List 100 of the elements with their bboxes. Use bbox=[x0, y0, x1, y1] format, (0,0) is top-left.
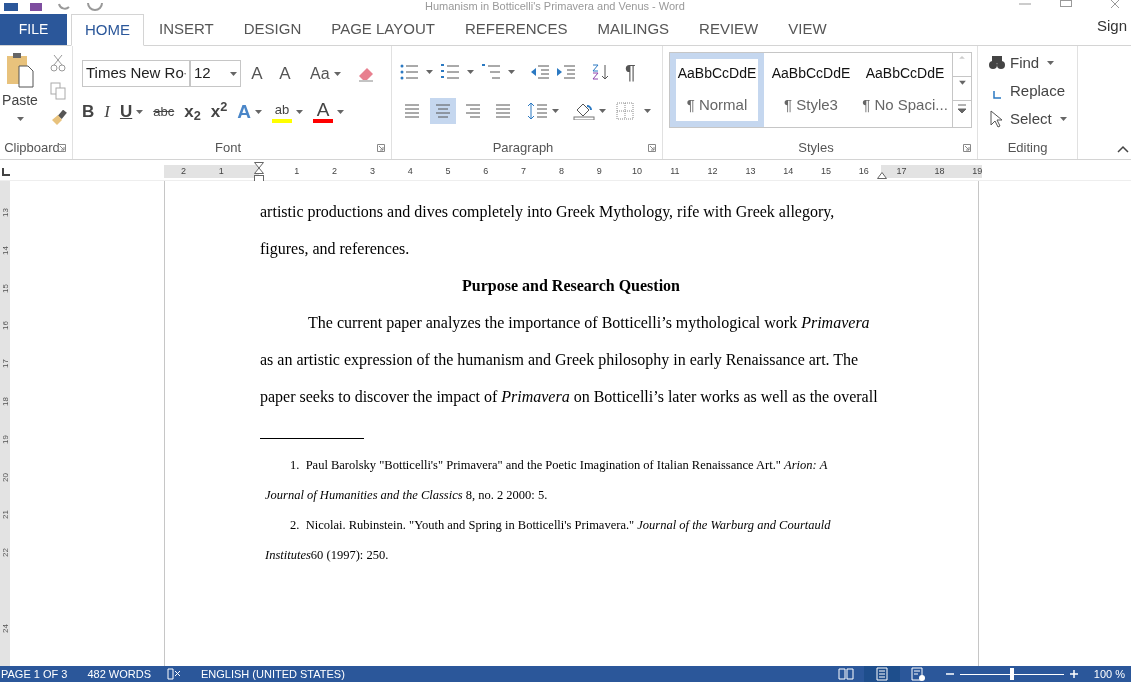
ruler-number: 2 bbox=[179, 165, 187, 178]
ribbon-tab[interactable]: INSERT bbox=[144, 14, 229, 45]
read-view-icon bbox=[836, 666, 855, 682]
dialog-launcher-icon[interactable] bbox=[377, 144, 385, 152]
group-label: Font bbox=[215, 140, 241, 156]
word-count[interactable]: 482 WORDS bbox=[87, 665, 151, 682]
italic-button[interactable]: I bbox=[104, 103, 110, 121]
select-button[interactable]: Select bbox=[988, 108, 1067, 130]
style-item[interactable]: AaBbCcDdE ¶ No Spaci... bbox=[858, 53, 952, 127]
paste-button[interactable]: Paste bbox=[0, 52, 40, 132]
group-label: Editing bbox=[1007, 140, 1048, 156]
page-count[interactable]: PAGE 1 OF 3 bbox=[1, 665, 68, 682]
file-tab[interactable]: FILE bbox=[0, 14, 67, 45]
ruler-number: 16 bbox=[0, 320, 10, 333]
grow-font-button[interactable]: A bbox=[248, 60, 266, 87]
ruler-number: 22 bbox=[0, 547, 10, 560]
find-button[interactable]: Find bbox=[988, 52, 1067, 74]
decrease-indent-icon[interactable] bbox=[531, 64, 549, 80]
align-left-icon bbox=[404, 103, 422, 119]
superscript-button[interactable]: x$^{2}$ bbox=[210, 103, 228, 121]
group-label: Clipboard bbox=[4, 140, 60, 156]
align-center-icon bbox=[434, 103, 452, 119]
ribbon-tab[interactable]: REFERENCES bbox=[449, 14, 583, 45]
zoom-slider[interactable] bbox=[959, 668, 1064, 680]
ruler-number: 10 bbox=[631, 165, 643, 178]
ribbon-tab[interactable]: HOME bbox=[71, 14, 144, 46]
redo-icon[interactable] bbox=[86, 3, 104, 11]
style-item[interactable]: AaBbCcDdE ¶ Normal bbox=[670, 53, 764, 127]
ruler-number: 4 bbox=[406, 165, 414, 178]
ruler-number: 24 bbox=[0, 622, 10, 635]
ribbon-tab[interactable]: VIEW bbox=[773, 14, 842, 45]
bold-button[interactable]: B bbox=[82, 103, 95, 121]
zoom-level[interactable]: 100 % bbox=[1093, 665, 1125, 682]
ruler-number: 19 bbox=[0, 433, 10, 446]
ribbon-tab[interactable]: DESIGN bbox=[228, 14, 317, 45]
clipboard-icon[interactable] bbox=[5, 52, 35, 88]
format-painter-icon[interactable] bbox=[50, 110, 68, 126]
body-paragraph: artistic productions and dives completely into Greek Mythology, rife with Greek allegory, figures, and references. bbox=[260, 202, 836, 260]
window-title: Humanism in Botticelli's Primavera and Venus - Word bbox=[425, 0, 685, 12]
text-effects-button[interactable]: A bbox=[237, 103, 263, 121]
ruler-number: 16 bbox=[857, 165, 870, 178]
show-formatting-button[interactable]: ¶ bbox=[625, 57, 636, 87]
font-name-field[interactable]: Times New Ro bbox=[82, 60, 190, 87]
multilevel-list-icon[interactable] bbox=[482, 64, 500, 80]
proofing-icon[interactable] bbox=[167, 668, 181, 680]
ribbon-tab[interactable]: PAGE LAYOUT bbox=[316, 14, 450, 45]
zoom-slider-thumb[interactable] bbox=[1009, 668, 1014, 680]
style-item[interactable]: AaBbCcDdE ¶ Style3 bbox=[764, 53, 858, 127]
highlight-button[interactable]: ab bbox=[272, 101, 304, 123]
indent-marker-icon[interactable] bbox=[254, 162, 264, 184]
ruler-number: 21 bbox=[0, 509, 10, 522]
tab-selector-icon[interactable] bbox=[2, 168, 10, 176]
ruler-number: 19 bbox=[971, 165, 984, 178]
cut-icon[interactable] bbox=[50, 54, 66, 72]
dialog-launcher-icon[interactable] bbox=[648, 144, 656, 152]
ruler-number: 11 bbox=[669, 165, 681, 178]
ruler-number: 17 bbox=[0, 358, 10, 371]
ruler-number: 20 bbox=[0, 471, 10, 484]
dialog-launcher-icon[interactable] bbox=[963, 144, 971, 152]
numbering-icon[interactable] bbox=[441, 64, 459, 80]
zoom-out-icon[interactable] bbox=[945, 670, 954, 678]
bullets-icon[interactable] bbox=[400, 64, 418, 80]
dialog-launcher-icon[interactable] bbox=[58, 144, 66, 152]
language-indicator[interactable]: ENGLISH (UNITED STATES) bbox=[201, 665, 345, 682]
eraser-icon[interactable] bbox=[356, 65, 375, 82]
ribbon-tab[interactable]: REVIEW bbox=[684, 14, 774, 45]
line-spacing-icon[interactable] bbox=[528, 102, 548, 120]
ruler-number: 17 bbox=[895, 165, 908, 178]
collapse-ribbon-icon[interactable] bbox=[1117, 145, 1129, 153]
section-heading: Purpose and Research Question bbox=[461, 276, 681, 297]
ruler-number: 3 bbox=[368, 165, 376, 178]
font-size-field[interactable]: 12 bbox=[190, 60, 241, 87]
undo-icon[interactable] bbox=[56, 3, 72, 11]
right-indent-marker-icon[interactable] bbox=[877, 172, 887, 179]
replace-button[interactable]: Replace bbox=[988, 80, 1067, 102]
footnote: 2. Nicolai. Rubinstein. "Youth and Spring in Botticelli's Primavera." Journal of the Warburg and Courtauld Institutes60 (1997): 250. bbox=[264, 517, 832, 564]
ruler-number: 2 bbox=[331, 165, 339, 178]
ruler-number: 15 bbox=[820, 165, 832, 178]
sort-icon[interactable] bbox=[591, 64, 609, 80]
align-justify-icon bbox=[494, 103, 512, 119]
increase-indent-icon[interactable] bbox=[557, 64, 575, 80]
change-case-button[interactable]: Aa bbox=[310, 61, 341, 86]
print-view-button[interactable] bbox=[863, 666, 900, 682]
shrink-font-button[interactable]: A bbox=[276, 60, 294, 87]
font-color-button[interactable]: A bbox=[313, 101, 345, 123]
ruler-number: 8 bbox=[557, 165, 565, 178]
subscript-button[interactable]: x$_{2}$ bbox=[184, 103, 201, 121]
close-icon[interactable] bbox=[1110, 0, 1120, 8]
strikethrough-button[interactable]: abc bbox=[153, 103, 175, 121]
shading-icon[interactable] bbox=[573, 102, 595, 120]
ribbon-tab[interactable]: MAILINGS bbox=[582, 14, 685, 45]
ruler-number: 15 bbox=[0, 282, 10, 295]
ruler-number: 13 bbox=[0, 207, 10, 219]
ruler-number: 13 bbox=[744, 165, 757, 178]
underline-button[interactable]: U bbox=[119, 103, 144, 121]
find-icon bbox=[988, 54, 1006, 72]
align-right-icon bbox=[464, 103, 482, 119]
zoom-in-icon[interactable] bbox=[1069, 670, 1078, 678]
restore-icon[interactable] bbox=[1060, 0, 1072, 8]
sign-in-link[interactable]: Sign bbox=[1096, 15, 1127, 38]
